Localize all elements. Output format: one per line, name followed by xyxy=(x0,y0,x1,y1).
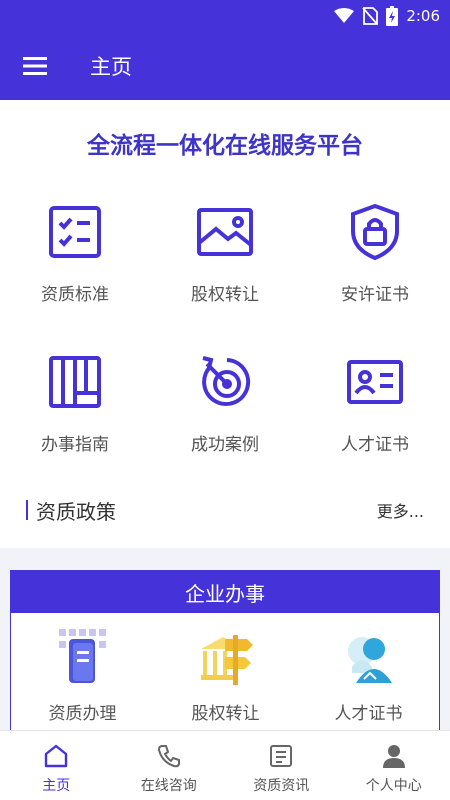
tab-label: 个人中心 xyxy=(365,778,422,794)
tab-online-consult[interactable]: 在线咨询 xyxy=(113,731,226,800)
tab-label: 在线咨询 xyxy=(140,778,197,794)
status-bar: 2:06 xyxy=(334,4,440,28)
news-icon xyxy=(270,745,293,767)
hamburger-icon xyxy=(23,57,47,75)
service-qualification-standard[interactable]: 资质标准 xyxy=(0,200,150,320)
enterprise-item-label: 股权转让 xyxy=(191,704,260,724)
service-card: 全流程一体化在线服务平台 资质标准 股权转让 安许证书 办事指南 成功案例 人才… xyxy=(0,100,450,548)
platform-slogan: 全流程一体化在线服务平台 xyxy=(87,133,363,159)
no-sim-icon xyxy=(362,7,379,25)
policy-more-link[interactable]: 更多... xyxy=(377,498,424,522)
enterprise-title: 企业办事 xyxy=(11,571,439,613)
menu-button[interactable] xyxy=(0,40,70,92)
enterprise-item-qualification[interactable]: 资质办理 xyxy=(11,627,154,724)
enterprise-item-label: 资质办理 xyxy=(48,704,117,724)
id-card-icon xyxy=(347,360,403,404)
book-icon xyxy=(49,356,101,408)
battery-icon xyxy=(386,6,399,26)
wifi-icon xyxy=(334,8,355,23)
service-guide[interactable]: 办事指南 xyxy=(0,350,150,470)
bottom-tab-bar: 主页 在线咨询 资质资讯 个人中心 xyxy=(0,730,450,800)
tab-label: 资质资讯 xyxy=(253,778,310,794)
enterprise-item-label: 人才证书 xyxy=(334,704,403,724)
target-icon xyxy=(202,356,251,406)
toolbar: 主页 xyxy=(0,40,450,92)
checklist-icon xyxy=(49,206,101,258)
service-label: 人才证书 xyxy=(341,435,409,455)
service-safety-license[interactable]: 安许证书 xyxy=(300,200,450,320)
service-label: 资质标准 xyxy=(41,285,109,305)
user-icon xyxy=(382,745,405,768)
service-equity-transfer[interactable]: 股权转让 xyxy=(150,200,300,320)
policy-section-header: 资质政策 更多... xyxy=(0,492,450,528)
service-label: 安许证书 xyxy=(341,285,409,305)
service-label: 成功案例 xyxy=(191,435,259,455)
tab-home[interactable]: 主页 xyxy=(0,731,113,800)
image-icon xyxy=(197,208,253,256)
enterprise-item-equity[interactable]: 股权转让 xyxy=(154,627,297,724)
shield-lock-icon xyxy=(351,203,399,261)
signpost-3d-icon xyxy=(200,635,253,685)
tab-personal-center[interactable]: 个人中心 xyxy=(338,731,450,800)
service-label: 办事指南 xyxy=(41,435,109,455)
policy-title: 资质政策 xyxy=(36,499,116,524)
page-title: 主页 xyxy=(90,55,132,79)
home-icon xyxy=(45,744,68,768)
app-bar: 2:06 主页 xyxy=(0,0,450,100)
tab-qualification-news[interactable]: 资质资讯 xyxy=(225,731,338,800)
tab-label: 主页 xyxy=(42,778,71,794)
service-talent-certificate[interactable]: 人才证书 xyxy=(300,350,450,470)
document-3d-icon xyxy=(58,629,106,683)
service-label: 股权转让 xyxy=(191,285,259,305)
service-cases[interactable]: 成功案例 xyxy=(150,350,300,470)
section-accent-bar xyxy=(26,500,28,520)
phone-icon xyxy=(157,745,180,768)
person-3d-icon xyxy=(347,637,392,683)
status-time: 2:06 xyxy=(406,7,440,25)
enterprise-item-talent[interactable]: 人才证书 xyxy=(297,627,440,724)
